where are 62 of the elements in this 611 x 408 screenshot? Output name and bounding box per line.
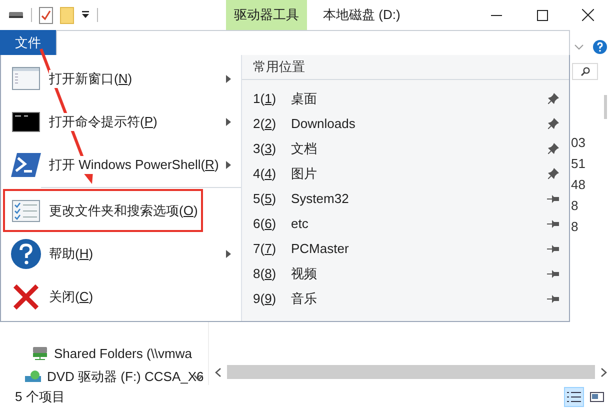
unpinned-icon[interactable] (547, 220, 559, 228)
table-cell-text: 51 (571, 156, 586, 172)
dvd-drive-icon (25, 370, 41, 384)
scrollbar-thumb[interactable] (227, 365, 595, 379)
file-tab[interactable]: 文件 (0, 30, 56, 55)
menu-item[interactable]: 帮助(H) (1, 232, 241, 275)
recent-place-item[interactable]: 8(8) 视频 (242, 261, 569, 286)
recent-place-item[interactable]: 3(3) 文档 (242, 136, 569, 161)
thumbnail-view-icon (590, 390, 604, 402)
details-view-icon (567, 390, 581, 402)
recent-place-item[interactable]: 1(1) 桌面 (242, 86, 569, 111)
pinned-icon[interactable] (548, 93, 559, 104)
checklist-icon (12, 200, 40, 222)
network-drive-icon (32, 346, 48, 360)
drive-tools-tab[interactable]: 驱动器工具 (226, 0, 307, 30)
scroll-right-icon[interactable] (601, 368, 607, 376)
pinned-icon[interactable] (548, 143, 559, 154)
search-icon (580, 67, 590, 76)
table-cell-text: 03 (571, 135, 586, 151)
navigation-item[interactable]: Shared Folders (\\vmwa (0, 342, 208, 364)
scroll-left-icon[interactable] (215, 368, 221, 376)
chevron-icon[interactable] (574, 44, 584, 50)
recent-place-item[interactable]: 9(9) 音乐 (242, 286, 569, 311)
section-header: 常用位置 (242, 55, 569, 80)
menu-item[interactable]: 打开命令提示符(P) (1, 100, 241, 143)
pinned-icon[interactable] (548, 168, 559, 179)
window-icon (12, 67, 40, 90)
unpinned-icon[interactable] (547, 270, 559, 278)
unpinned-icon[interactable] (547, 194, 559, 202)
help-icon[interactable] (592, 40, 607, 54)
search-field[interactable] (572, 63, 598, 80)
drive-icon[interactable] (8, 10, 24, 20)
table-cell-text: 8 (571, 219, 580, 235)
recent-place-item[interactable]: 5(5) System32 (242, 186, 569, 211)
details-view-button[interactable] (564, 386, 584, 406)
recent-place-item[interactable]: 2(2) Downloads (242, 111, 569, 136)
menu-item[interactable]: 打开新窗口(N) (1, 57, 241, 100)
maximize-icon (536, 10, 548, 20)
scrollbar-thumb[interactable] (604, 95, 607, 119)
recent-place-item[interactable]: 7(7) PCMaster (242, 236, 569, 261)
unpinned-icon[interactable] (547, 294, 559, 302)
table-cell-text: 8 (571, 198, 580, 214)
properties-icon[interactable] (39, 6, 53, 24)
recent-place-item[interactable]: 6(6) etc (242, 211, 569, 236)
menu-item[interactable]: 打开 Windows PowerShell(R) (1, 143, 241, 186)
table-cell-text: 48 (571, 177, 586, 193)
navigation-item[interactable]: DVD 驱动器 (F:) CCSA_X6 (0, 366, 208, 385)
close-icon (13, 284, 39, 310)
terminal-icon (12, 112, 40, 132)
window-title: 本地磁盘 (D:) (323, 6, 400, 24)
minimize-icon (490, 14, 502, 16)
help-icon (11, 238, 41, 268)
unpinned-icon[interactable] (547, 244, 559, 252)
item-count: 5 个项目 (15, 388, 65, 406)
scroll-down-icon[interactable] (194, 375, 203, 381)
close-icon (582, 9, 594, 21)
menu-item[interactable]: 关闭(C) (1, 275, 241, 318)
powershell-icon (11, 152, 41, 176)
menu-item[interactable]: 更改文件夹和搜索选项(O) (3, 189, 203, 232)
pinned-icon[interactable] (548, 118, 559, 129)
recent-place-item[interactable]: 4(4) 图片 (242, 161, 569, 186)
dropdown-icon[interactable] (81, 11, 90, 19)
